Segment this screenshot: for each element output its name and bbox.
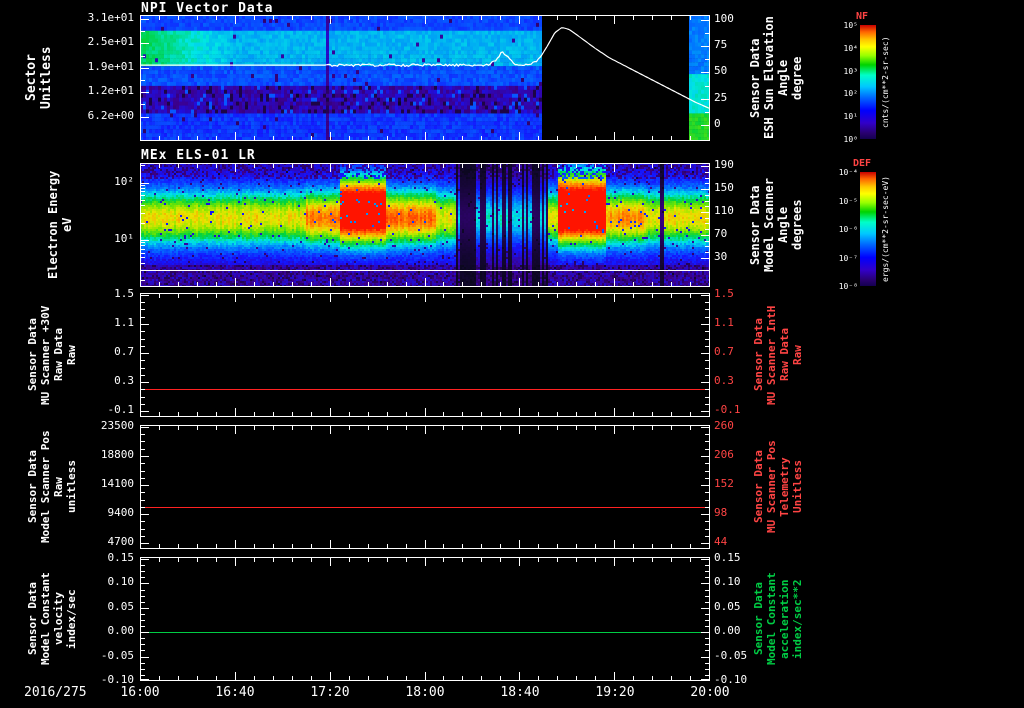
axis-title-line: Sensor Data [26, 318, 39, 392]
plot-screen: NPI Vector Data MEx ELS-01 LR Sector Uni… [0, 0, 1024, 708]
x-axis-tick-label: 16:40 [215, 685, 255, 700]
def-colorbar [860, 172, 876, 286]
y-axis-tick-label: 6.2e+00 [87, 109, 134, 123]
y-axis-tick-label: 0.10 [107, 575, 135, 589]
y-axis-tick-label: -0.05 [100, 648, 134, 662]
right-y-axis-tick-label: 50 [714, 64, 728, 78]
right-y-axis-tick-label: 0.3 [714, 374, 734, 388]
right-y-axis-tick-label: 75 [714, 38, 728, 52]
axis-title-line: Unitless [791, 460, 804, 514]
x-axis-tick-label: 20:00 [690, 685, 730, 700]
colorbar-tick-label: 10⁻⁸ [838, 282, 858, 291]
right-y-axis-tick-label: 152 [714, 477, 734, 491]
axis-title-line: Raw Data [778, 328, 791, 382]
axis-title-line: Sector [24, 54, 39, 102]
colorbar-tick-label: 10⁴ [843, 43, 858, 53]
y-axis-tick-label: -0.10 [100, 673, 134, 686]
colorbar-tick-label: 10⁵ [843, 21, 858, 30]
model-constant-velocity-plot [140, 557, 710, 681]
right-y-axis-tick-label: -0.10 [714, 673, 748, 686]
right-y-axis-tick-label: 1.5 [714, 286, 734, 300]
axis-title-line: Sensor Data [26, 450, 39, 524]
right-y-axis-tick-label: 110 [714, 203, 734, 217]
right-y-axis-tick-label: 0 [714, 116, 721, 130]
colorbar-tick-label: 10⁻⁶ [838, 225, 858, 234]
colorbar-tick-label: 10¹ [843, 112, 858, 122]
y-axis-tick-label: 0.7 [114, 345, 134, 359]
y-axis-tick-label: 0.05 [107, 599, 135, 613]
axis-title-line: Angle [776, 206, 790, 244]
els-panel-title: MEx ELS-01 LR [141, 148, 256, 163]
right-y-axis-tick-label: 70 [714, 226, 728, 240]
colorbar-tick-label: 10⁻⁵ [838, 196, 858, 206]
right-y-axis-tick-label: 100 [714, 12, 734, 26]
colorbar-tick-label: 10⁻⁴ [838, 168, 858, 177]
right-y-axis-tick-label: 0.00 [714, 624, 741, 638]
axis-title-line: Model Constant [39, 572, 52, 666]
y-axis-tick-label: 23500 [100, 418, 134, 432]
right-y-axis-tick-label: 260 [714, 418, 734, 432]
right-y-axis-tick-label: 25 [714, 90, 728, 104]
right-y-axis-tick-label: 1.1 [714, 316, 734, 329]
right-y-axis-tick-label: 206 [714, 448, 734, 461]
colorbar-tick-label: 10² [843, 89, 858, 99]
right-y-axis-tick-label: 190 [714, 157, 734, 171]
y-axis-tick-label: 10² [114, 174, 134, 188]
axis-title-line: acceleration [778, 579, 791, 659]
right-y-axis-tick-label: 98 [714, 506, 728, 520]
y-axis-tick-label: 1.1 [114, 316, 134, 329]
y-axis-tick-label: 9400 [107, 506, 135, 520]
y-axis-tick-label: 4700 [107, 535, 135, 549]
right-y-axis-tick-label: 0.10 [714, 575, 741, 589]
nf-colorbar [860, 25, 876, 139]
y-axis-tick-label: 0.15 [107, 550, 135, 564]
axis-title-line: Telemetry [778, 457, 791, 517]
x-axis-tick-label: 17:20 [310, 685, 350, 700]
y-axis-tick-label: 0.3 [114, 374, 134, 388]
x-axis-tick-label: 18:40 [500, 685, 540, 700]
y-axis-tick-label: 10¹ [114, 231, 134, 245]
x-axis-tick-label: 19:20 [595, 685, 635, 700]
mu-scanner-30v-plot [140, 293, 710, 417]
axis-title-line: Sensor Data [26, 582, 39, 656]
right-y-axis-tick-label: 0.7 [714, 345, 734, 359]
y-axis-tick-label: 14100 [100, 477, 134, 491]
def-colorbar-units: ergs/(cm**2-sr-sec-eV) [881, 176, 890, 282]
colorbar-tick-label: 10⁰ [843, 135, 858, 144]
right-y-axis-tick-label: 150 [714, 181, 734, 195]
colorbar-tick-label: 10³ [843, 66, 858, 76]
npi-panel-title: NPI Vector Data [141, 1, 274, 16]
axis-title-line: Angle [776, 59, 790, 97]
right-y-axis-tick-label: 30 [714, 249, 728, 263]
y-axis-tick-label: 1.2e+01 [87, 83, 134, 97]
y-axis-tick-label: 18800 [100, 448, 134, 461]
y-axis-tick-label: 1.5 [114, 286, 134, 300]
right-y-axis-tick-label: 0.05 [714, 599, 741, 613]
right-y-axis-tick-label: -0.05 [714, 648, 748, 662]
els-spectrogram [140, 163, 710, 287]
axis-title-line: Unitless [39, 46, 54, 110]
x-axis-tick-label: 18:00 [405, 685, 445, 700]
axis-title-line: degrees [790, 199, 804, 251]
axis-title-line: Raw [791, 345, 804, 365]
right-y-axis-tick-label: 44 [714, 535, 728, 549]
y-axis-tick-label: -0.1 [107, 403, 135, 417]
nf-colorbar-units: cnts/(cm**2-sr-sec) [881, 36, 890, 128]
axis-title-line: index/sec**2 [791, 579, 804, 659]
right-y-axis-tick-label: -0.1 [714, 403, 741, 417]
axis-title-line: Model Scanner Pos [39, 430, 52, 544]
colorbar-tick-label: 10⁻⁷ [838, 253, 858, 263]
y-axis-tick-label: 0.00 [107, 624, 135, 638]
x-axis-tick-label: 16:00 [120, 685, 160, 700]
y-axis-tick-label: 1.9e+01 [87, 59, 134, 73]
y-axis-tick-label: 3.1e+01 [87, 10, 134, 24]
panel1-left-axis-title: Sector Unitless [24, 15, 54, 141]
right-y-axis-tick-label: 0.15 [714, 550, 741, 564]
model-scanner-pos-plot [140, 425, 710, 549]
y-axis-tick-label: 2.5e+01 [87, 35, 134, 49]
npi-spectrogram [140, 15, 710, 141]
x-axis-date-label: 2016/275 [24, 685, 87, 700]
axis-title-line: MU Scanner +30V [39, 305, 52, 405]
axis-title-line: degree [790, 56, 804, 100]
